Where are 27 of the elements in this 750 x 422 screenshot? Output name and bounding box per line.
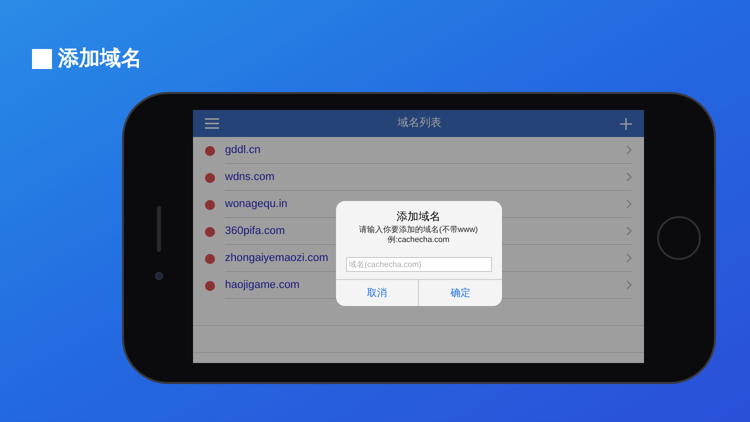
square-icon [32,48,52,68]
domain-input[interactable]: 域名(cachecha.com) [346,257,492,272]
menu-icon[interactable] [205,118,219,129]
page-heading: 添加域名 [58,48,142,69]
chevron-right-icon [626,145,632,155]
domain-name: zhongaiyemaozi.com [225,250,328,266]
chevron-right-icon [626,253,632,263]
domain-name: 360pifa.com [225,224,285,239]
domain-name: haojigame.com [225,278,300,293]
dialog-title: 添加域名 [396,210,440,224]
dialog-message: 请输入你要添加的域名(不带www) [359,225,478,236]
dialog-button[interactable]: 确定 [418,280,502,306]
dialog-button[interactable]: 取消 [336,280,418,306]
domain-name: wdns.com [225,170,275,185]
nav-title: 域名列表 [398,116,442,132]
chevron-right-icon [626,280,632,290]
chevron-right-icon [626,172,632,182]
speaker-icon [156,206,160,252]
domain-name: wonagequ.in [225,196,288,212]
domain-row[interactable]: gddl.cn [193,137,644,164]
domain-row[interactable]: wdns.com [193,164,644,191]
chevron-right-icon [626,199,632,209]
dialog-example: 例:cachecha.com [388,235,450,246]
camera-icon [154,272,162,280]
domain-name: gddl.cn [225,142,260,158]
chevron-right-icon [626,226,632,236]
plus-icon[interactable] [620,118,632,130]
